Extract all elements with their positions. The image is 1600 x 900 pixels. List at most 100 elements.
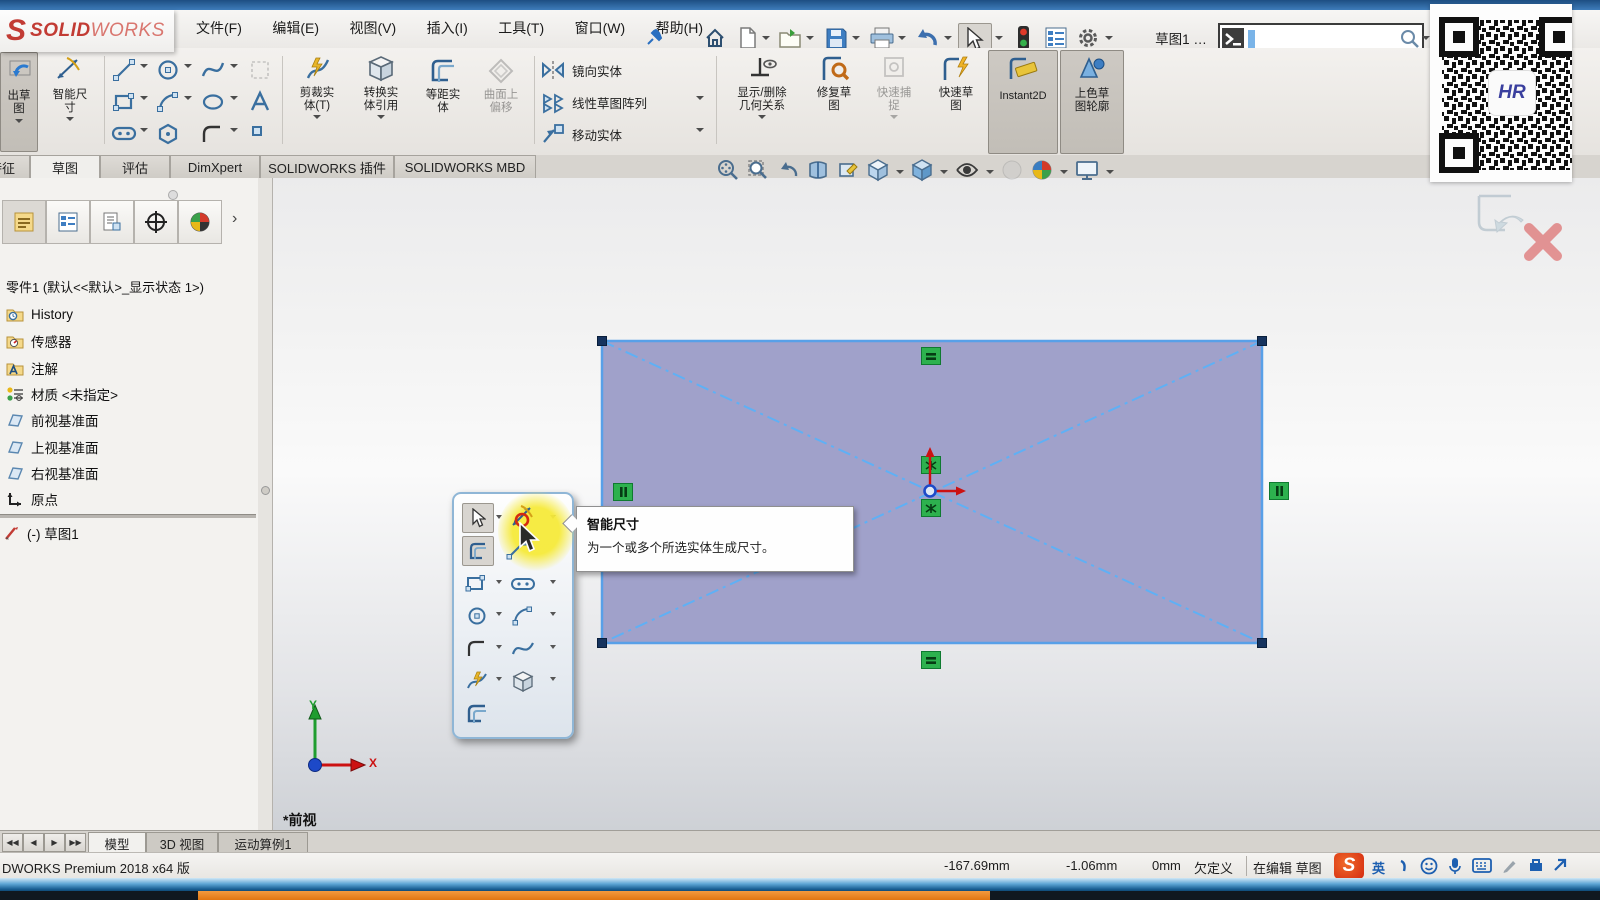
view-orientation-icon[interactable] [866,158,890,182]
mirror-entities-button[interactable]: 镜向实体 [572,61,622,80]
cancel-sketch-corner-icon[interactable] [1521,220,1565,264]
line-tool-dropdown[interactable] [140,64,148,68]
popup-slot-dropdown[interactable] [550,580,556,584]
propertymanager-tab[interactable] [46,200,90,244]
mirror-entities-icon[interactable] [540,58,566,82]
display-relations-dropdown[interactable] [758,115,766,119]
slot-tool-icon[interactable] [110,122,138,144]
configurationmanager-tab[interactable] [90,200,134,244]
convert-entities-dropdown[interactable] [377,115,385,119]
slot-tool-dropdown[interactable] [140,128,148,132]
tree-item-top-plane[interactable]: 上视基准面 [6,435,99,459]
popup-fillet-dropdown[interactable] [496,645,502,649]
text-tool-icon[interactable] [248,90,272,114]
menu-window[interactable]: 窗口(W) [562,10,639,47]
tree-item-right-plane[interactable]: 右视基准面 [6,461,99,485]
convert-entities-button[interactable]: 转换实体引用 [350,52,412,150]
rectangle-tool-icon[interactable] [112,90,136,114]
section-view-icon[interactable] [806,158,830,182]
trim-entities-dropdown[interactable] [313,115,321,119]
repair-sketch-button[interactable]: 修复草图 [806,52,862,150]
circle-tool-dropdown[interactable] [184,64,192,68]
tab-dimxpert[interactable]: DimXpert [170,155,260,178]
trim-entities-button[interactable]: 剪裁实体(T) [288,52,346,150]
popup-spline-dropdown[interactable] [550,645,556,649]
popup-arc-tool[interactable] [508,602,538,630]
shaded-contours-button[interactable]: 上色草图轮廓 [1060,50,1124,154]
spline-tool-dropdown[interactable] [230,64,238,68]
display-style-dropdown[interactable] [940,161,948,179]
tree-part-title[interactable]: 零件1 (默认<<默认>_显示状态 1>) [6,274,204,298]
ellipse-tool-icon[interactable] [200,90,226,114]
popup-spline-tool[interactable] [508,635,538,663]
hide-show-items-icon[interactable] [954,158,980,182]
linear-pattern-button[interactable]: 线性草图阵列 [572,93,647,112]
popup-fillet-tool[interactable] [462,635,492,663]
tab-addins[interactable]: SOLIDWORKS 插件 [260,155,394,178]
smart-dimension-button[interactable]: 智能尺寸 [40,52,100,150]
tree-item-history[interactable]: History [6,302,73,326]
arc-tool-dropdown[interactable] [184,96,192,100]
popup-slot-tool[interactable] [508,570,538,598]
menu-view[interactable]: 视图(V) [336,10,409,47]
move-entities-button[interactable]: 移动实体 [572,125,622,144]
apply-scene-icon[interactable] [1030,158,1054,182]
sogou-ime-icon[interactable]: S [1334,853,1364,879]
popup-trim-dropdown[interactable] [496,677,502,681]
popup-select-tool[interactable] [462,503,494,533]
circle-tool-icon[interactable] [156,58,180,82]
menu-insert[interactable]: 插入(I) [414,10,481,47]
move-entities-icon[interactable] [540,122,566,146]
featuremanager-tree-tab[interactable] [2,200,46,244]
tree-item-sensors[interactable]: 传感器 [6,329,72,353]
arc-tool-icon[interactable] [156,90,180,114]
doctab-next-button[interactable]: ▶ [44,833,65,852]
tab-features[interactable]: 特征 [0,155,30,178]
tab-3d-views[interactable]: 3D 视图 [146,832,218,853]
exit-sketch-button[interactable]: 出草图 [0,52,38,152]
ime-toolbox-icon[interactable] [1528,857,1544,873]
move-entities-dropdown[interactable] [696,128,704,132]
tree-item-sketch1[interactable]: (-) 草图1 [4,521,79,545]
tab-model[interactable]: 模型 [88,832,146,853]
display-style-icon[interactable] [910,158,934,182]
previous-view-icon[interactable] [776,158,800,182]
ime-emoji-icon[interactable] [1420,857,1438,875]
zoom-fit-icon[interactable] [716,158,740,182]
tree-item-front-plane[interactable]: 前视基准面 [6,408,99,432]
popup-convert-tool[interactable] [508,667,538,695]
ime-keyboard-icon[interactable] [1472,858,1492,873]
dimxpertmanager-tab[interactable] [134,200,178,244]
3d-drawing-view-icon[interactable] [836,158,860,182]
popup-offset-entities-tool[interactable] [462,699,492,727]
ime-settings-icon[interactable] [1552,857,1568,873]
popup-rectangle-tool[interactable] [462,570,492,598]
search-magnifier-icon[interactable] [1399,28,1421,50]
linear-pattern-icon[interactable] [540,90,566,114]
ime-language-toggle[interactable]: 英 [1372,858,1385,877]
ime-mic-icon[interactable] [1448,857,1462,875]
tree-item-annotations[interactable]: 注解 [6,356,58,380]
ellipse-tool-dropdown[interactable] [230,96,238,100]
view-orientation-dropdown[interactable] [896,161,904,179]
polygon-tool-icon[interactable] [156,122,180,146]
hide-show-items-dropdown[interactable] [986,161,994,179]
fillet-tool-icon[interactable] [200,122,224,146]
ime-handwriting-icon[interactable] [1502,858,1518,874]
popup-circle-dropdown[interactable] [496,612,502,616]
popup-convert-dropdown[interactable] [550,677,556,681]
popup-offset-tool[interactable] [462,536,494,566]
view-settings-dropdown[interactable] [1106,161,1114,179]
linear-pattern-dropdown[interactable] [696,96,704,100]
menu-tools[interactable]: 工具(T) [485,10,557,47]
panel-splitter[interactable] [258,178,273,830]
tab-sketch[interactable]: 草图 [30,155,100,179]
menu-edit[interactable]: 编辑(E) [259,10,332,47]
panel-expand-arrow[interactable]: › [232,210,237,228]
doctab-last-button[interactable]: ▶▶ [65,833,86,852]
ime-punctuation-icon[interactable] [1398,859,1410,873]
popup-circle-tool[interactable] [462,602,492,630]
point-tool-icon[interactable] [250,124,264,138]
popup-trim-tool[interactable] [462,667,492,695]
tree-item-material[interactable]: 材质 <未指定> [6,382,118,406]
